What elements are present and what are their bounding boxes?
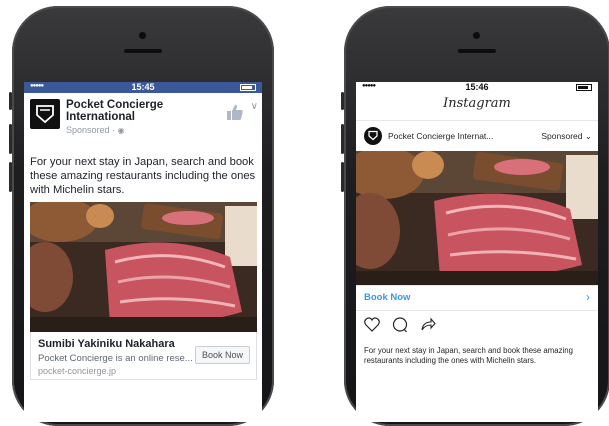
chevron-down-icon[interactable]: ∨ (251, 101, 258, 112)
action-bar (364, 317, 464, 333)
comment-icon[interactable] (392, 317, 408, 338)
battery-icon (240, 84, 256, 91)
battery-icon (576, 84, 592, 91)
status-time: 15:46 (465, 82, 489, 92)
post-text: For your next stay in Japan, search and … (30, 156, 256, 196)
wagyu-photo (24, 198, 257, 332)
card-description: Pocket Concierge is an online rese... (38, 353, 193, 364)
card-title[interactable]: Sumibi Yakiniku Nakahara (38, 338, 175, 350)
front-camera (139, 32, 146, 39)
instagram-phone: ●●●●● 15:46 Instagram Pocket Concierge I… (341, 6, 609, 426)
post-caption: For your next stay in Japan, search and … (364, 346, 573, 365)
post-header: Pocket Concierge International Sponsored… (24, 93, 262, 139)
account-name[interactable]: Pocket Concierge Internat... (388, 131, 493, 141)
account-avatar[interactable] (364, 127, 382, 145)
chevron-down-icon: ⌄ (584, 131, 592, 141)
share-icon[interactable] (420, 317, 436, 337)
pocket-concierge-logo-icon (36, 105, 54, 124)
page-avatar[interactable] (30, 99, 60, 129)
sponsored-menu[interactable]: Sponsored ⌄ (541, 131, 592, 142)
status-bar: ●●●●● 15:46 (356, 82, 598, 93)
pocket-concierge-logo-icon (368, 130, 378, 141)
volume-up-button (341, 124, 344, 154)
volume-down-button (9, 162, 12, 192)
chevron-right-icon: › (586, 290, 590, 304)
post-header: Pocket Concierge Internat... Sponsored ⌄ (356, 120, 598, 152)
wagyu-photo (356, 147, 598, 285)
page-name[interactable]: Pocket Concierge International (66, 99, 206, 123)
heart-icon[interactable] (364, 317, 380, 337)
book-now-button[interactable]: Book Now (194, 346, 250, 364)
mute-switch (341, 92, 344, 110)
volume-up-button (9, 124, 12, 154)
like-page-icon[interactable] (226, 103, 244, 126)
ad-image[interactable] (24, 198, 257, 332)
facebook-phone: ●●●●● 15:45 Pocket Concierge Internation… (9, 6, 274, 426)
book-now-bar[interactable]: Book Now › (356, 285, 598, 311)
earpiece-speaker (458, 49, 496, 53)
globe-icon: ◉ (117, 126, 125, 135)
earpiece-speaker (124, 49, 162, 53)
instagram-screen: ●●●●● 15:46 Instagram Pocket Concierge I… (356, 82, 598, 422)
status-time: 15:45 (131, 82, 155, 92)
volume-down-button (341, 162, 344, 192)
card-domain: pocket-concierge.jp (38, 366, 117, 376)
sponsored-label: Sponsored · ◉ (66, 125, 125, 135)
mute-switch (9, 92, 12, 110)
status-bar: ●●●●● 15:45 (24, 82, 262, 93)
link-card[interactable]: Sumibi Yakiniku Nakahara Pocket Concierg… (30, 332, 257, 380)
sponsored-text: Sponsored (541, 131, 583, 141)
instagram-logo: Instagram (443, 96, 511, 111)
book-now-button[interactable]: Book Now (364, 292, 410, 303)
ad-image[interactable] (356, 147, 598, 285)
sponsored-text: Sponsored · (66, 125, 118, 135)
facebook-screen: ●●●●● 15:45 Pocket Concierge Internation… (24, 82, 262, 422)
front-camera (473, 32, 480, 39)
